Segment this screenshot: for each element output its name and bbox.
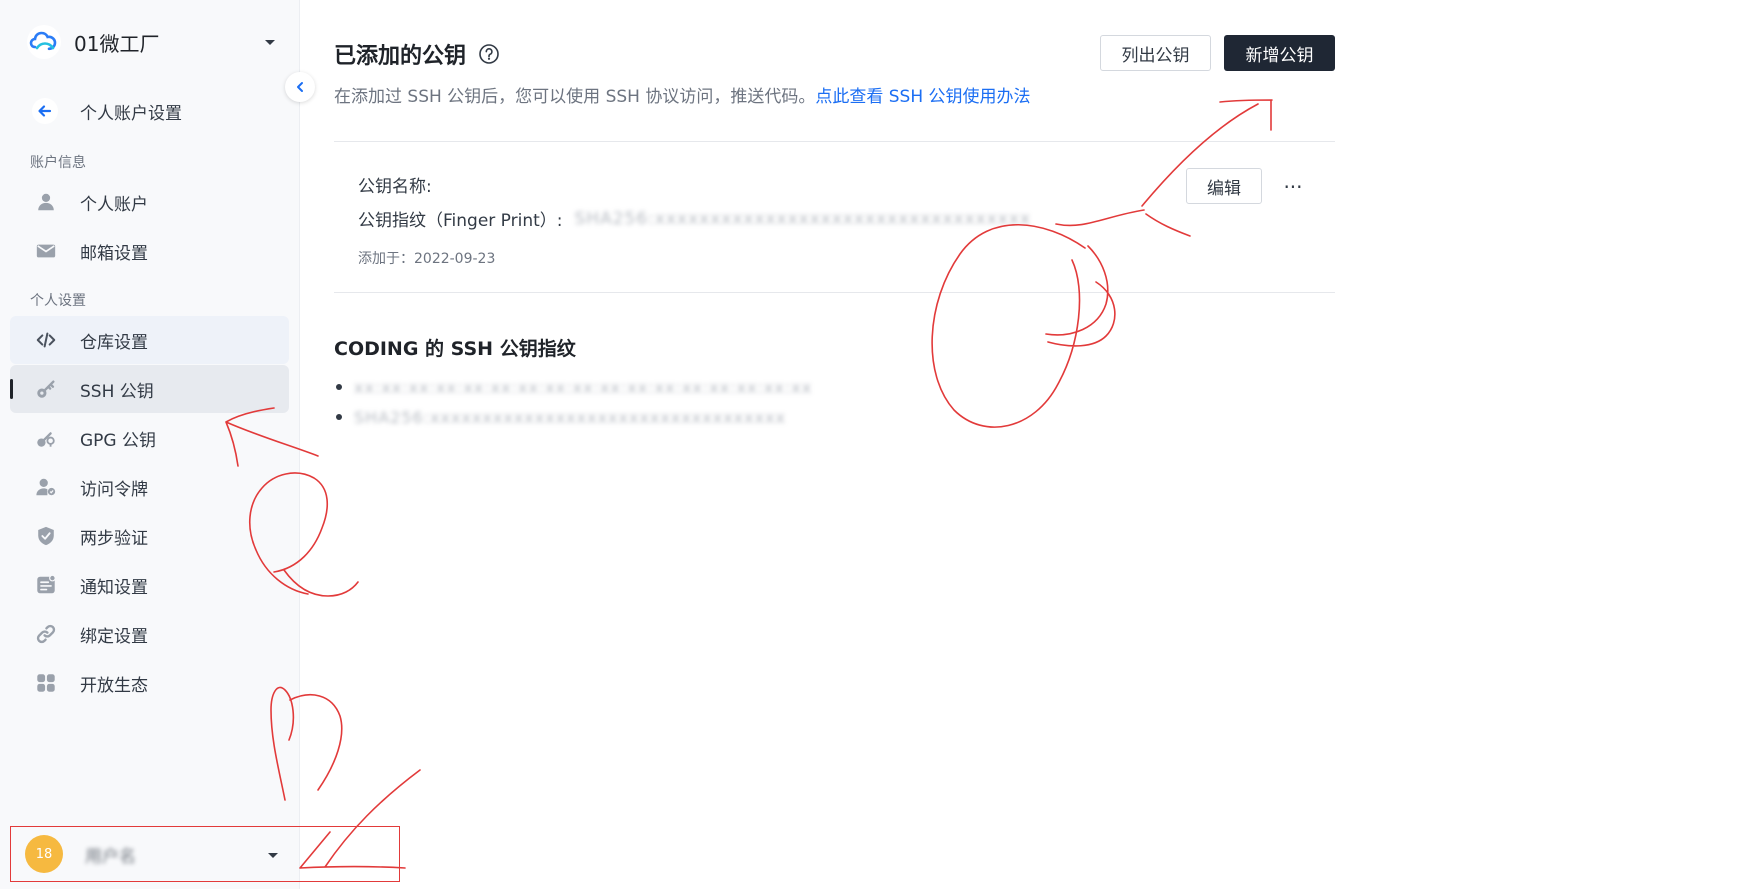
ssh-usage-link[interactable]: 点此查看 SSH 公钥使用办法 bbox=[815, 87, 1030, 107]
key-name-label: 公钥名称: bbox=[358, 177, 432, 197]
sidebar-item-ssh-key[interactable]: SSH 公钥 bbox=[10, 365, 289, 413]
code-icon bbox=[34, 328, 58, 352]
sidebar-item-label: 开放生态 bbox=[80, 675, 148, 696]
sidebar-item-label: 绑定设置 bbox=[80, 626, 148, 647]
brand-name: 01微工厂 bbox=[74, 31, 160, 56]
sidebar: 01微工厂 个人账户设置 账户信息 个人账户 邮箱设置 个人设置 仓库设置 SS… bbox=[0, 0, 400, 889]
sidebar-item-label: 个人账户 bbox=[80, 194, 148, 215]
sidebar-item-token[interactable]: 访问令牌 bbox=[10, 463, 289, 511]
link-icon bbox=[34, 622, 58, 646]
key-fingerprint-label: 公钥指纹（Finger Print）: bbox=[358, 211, 563, 231]
team-switcher[interactable]: 01微工厂 bbox=[26, 24, 278, 60]
sidebar-item-2fa[interactable]: 两步验证 bbox=[10, 512, 289, 560]
bullet bbox=[336, 384, 342, 390]
user-icon bbox=[34, 190, 58, 214]
key-added-date: 添加于：2022-09-23 bbox=[358, 251, 496, 267]
list-item: xx:xx:xx:xx:xx:xx:xx:xx:xx:xx:xx:xx:xx:x… bbox=[334, 372, 812, 402]
key-fingerprint-row: 公钥指纹（Finger Print）: SHA256:xxxxxxxxxxxxx… bbox=[358, 206, 1031, 232]
sidebar-item-label: 访问令牌 bbox=[80, 479, 148, 500]
back-label: 个人账户设置 bbox=[80, 103, 182, 124]
user-name: 用户名 bbox=[85, 846, 136, 867]
sidebar-item-mail[interactable]: 邮箱设置 bbox=[10, 227, 289, 275]
cloud-logo-icon bbox=[27, 25, 61, 59]
fingerprint-value: SHA256:xxxxxxxxxxxxxxxxxxxxxxxxxxxxxxxxx… bbox=[354, 407, 786, 427]
edit-key-button[interactable]: 编辑 bbox=[1186, 168, 1262, 204]
sidebar-item-gpg-key[interactable]: GPG 公钥 bbox=[10, 414, 289, 462]
sidebar-item-label: 仓库设置 bbox=[80, 332, 148, 353]
key-icon bbox=[34, 377, 58, 401]
sidebar-item-account[interactable]: 个人账户 bbox=[10, 178, 289, 226]
bullet bbox=[336, 414, 342, 420]
page-header: 已添加的公钥 bbox=[334, 38, 500, 70]
avatar[interactable]: 18 bbox=[25, 835, 63, 873]
sidebar-item-repo[interactable]: 仓库设置 bbox=[10, 316, 289, 364]
sidebar-item-label: 邮箱设置 bbox=[80, 243, 148, 264]
sidebar-item-binding[interactable]: 绑定设置 bbox=[10, 610, 289, 658]
annotation-number-3 bbox=[931, 224, 1116, 428]
coding-fingerprints-title: CODING 的 SSH 公钥指纹 bbox=[334, 338, 576, 360]
chevron-left-icon bbox=[297, 82, 303, 92]
divider bbox=[334, 292, 1335, 293]
more-options-icon[interactable]: ··· bbox=[1280, 174, 1306, 200]
arrow-left-icon[interactable] bbox=[32, 98, 58, 124]
coding-fingerprints-list: xx:xx:xx:xx:xx:xx:xx:xx:xx:xx:xx:xx:xx:x… bbox=[334, 372, 812, 432]
fingerprint-value: xx:xx:xx:xx:xx:xx:xx:xx:xx:xx:xx:xx:xx:x… bbox=[354, 377, 813, 397]
gpg-key-icon bbox=[34, 426, 58, 450]
list-keys-button[interactable]: 列出公钥 bbox=[1100, 35, 1211, 71]
add-key-button[interactable]: 新增公钥 bbox=[1224, 35, 1335, 71]
caret-down-icon[interactable] bbox=[262, 34, 278, 50]
page-title: 已添加的公钥 bbox=[334, 44, 467, 69]
caret-down-icon[interactable] bbox=[265, 847, 281, 863]
collapse-sidebar-button[interactable] bbox=[285, 72, 315, 102]
list-item: SHA256:xxxxxxxxxxxxxxxxxxxxxxxxxxxxxxxxx… bbox=[334, 402, 812, 432]
shield-icon bbox=[34, 524, 58, 548]
sidebar-item-ecosystem[interactable]: 开放生态 bbox=[10, 659, 289, 707]
divider bbox=[334, 141, 1335, 142]
sidebar-item-label: SSH 公钥 bbox=[80, 381, 154, 402]
annotation-arrow-3 bbox=[1055, 209, 1191, 237]
help-icon[interactable] bbox=[478, 43, 500, 65]
section-title-personal: 个人设置 bbox=[30, 293, 86, 309]
mail-icon bbox=[34, 239, 58, 263]
sidebar-item-label: 通知设置 bbox=[80, 577, 148, 598]
notification-icon bbox=[34, 573, 58, 597]
sidebar-item-notification[interactable]: 通知设置 bbox=[10, 561, 289, 609]
key-fingerprint-value: SHA256:xxxxxxxxxxxxxxxxxxxxxxxxxxxxxxxxx… bbox=[574, 208, 1031, 229]
sidebar-item-label: GPG 公钥 bbox=[80, 430, 157, 451]
back-to-settings[interactable]: 个人账户设置 bbox=[32, 98, 182, 124]
token-icon bbox=[34, 475, 58, 499]
section-title-account: 账户信息 bbox=[30, 155, 86, 171]
user-menu[interactable]: 18 用户名 bbox=[10, 826, 400, 882]
page-description: 在添加过 SSH 公钥后，您可以使用 SSH 协议访问，推送代码。点此查看 SS… bbox=[334, 82, 1031, 107]
description-text: 在添加过 SSH 公钥后，您可以使用 SSH 协议访问，推送代码。 bbox=[334, 87, 816, 107]
apps-icon bbox=[34, 671, 58, 695]
sidebar-item-label: 两步验证 bbox=[80, 528, 148, 549]
